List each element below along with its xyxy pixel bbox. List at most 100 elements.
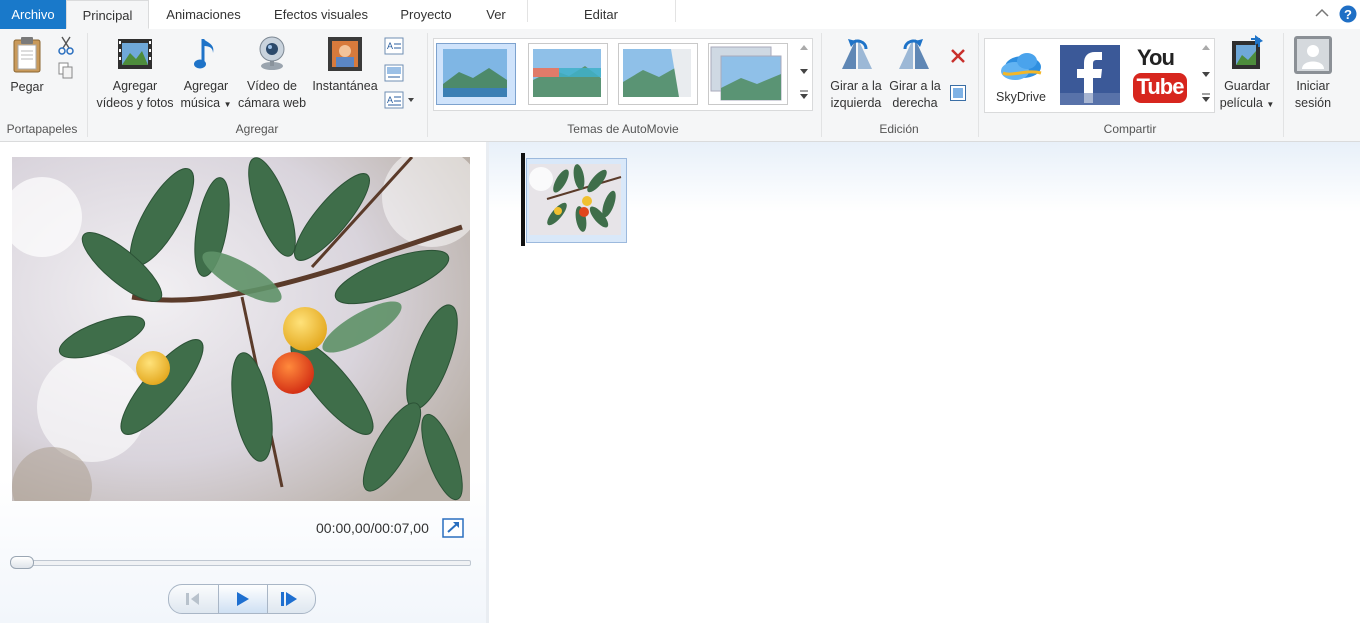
seek-thumb[interactable] <box>10 556 34 569</box>
save-movie-label-2: película ▼ <box>1216 95 1278 113</box>
group-separator <box>978 33 979 137</box>
preview-image-fruit-branch <box>12 157 470 501</box>
tab-animations[interactable]: Animaciones <box>151 0 256 29</box>
tab-file[interactable]: Archivo <box>0 0 66 29</box>
playback-time-readout: 00:00,00/00:07,00 <box>316 520 429 536</box>
add-music-button[interactable]: Agregar música ▼ <box>178 35 234 115</box>
theme-thumbnail[interactable] <box>528 43 608 105</box>
sign-in-label-2: sesión <box>1294 96 1332 110</box>
dropdown-arrow-icon: ▼ <box>1266 100 1275 109</box>
youtube-tube-text: Tube <box>1136 74 1185 99</box>
tab-view[interactable]: Ver <box>470 0 522 29</box>
dropdown-arrow-icon: ▼ <box>223 100 232 109</box>
theme-preview-image <box>710 46 782 101</box>
tab-visual-effects[interactable]: Efectos visuales <box>260 0 382 29</box>
rotate-right-icon <box>899 39 929 69</box>
facebook-icon <box>1060 52 1120 105</box>
sign-in-button[interactable]: Iniciar sesión <box>1288 35 1338 115</box>
sign-in-label-1: Iniciar <box>1296 79 1330 93</box>
storyboard-playhead[interactable] <box>521 153 525 246</box>
group-separator <box>1283 33 1284 137</box>
clip-thumbnail-image <box>529 164 622 235</box>
save-movie-button[interactable]: Guardar película ▼ <box>1216 35 1278 115</box>
preview-monitor <box>12 157 470 501</box>
add-videos-label-2: vídeos y fotos <box>96 96 174 110</box>
collapse-ribbon-icon[interactable] <box>1315 8 1329 18</box>
remove-icon[interactable] <box>949 47 967 65</box>
rotate-left-icon <box>842 39 872 69</box>
snapshot-icon <box>328 37 362 71</box>
group-editing-label: Edición <box>879 122 919 136</box>
save-movie-label-2-text: película <box>1219 96 1263 110</box>
add-music-label-1: Agregar <box>183 79 229 93</box>
share-gallery: SkyDrive You Tube <box>984 38 1215 113</box>
play-icon <box>237 592 249 606</box>
youtube-you-text: You <box>1137 45 1175 70</box>
share-scroll-arrows-icon[interactable] <box>1198 39 1214 112</box>
theme-thumbnail[interactable] <box>618 43 698 105</box>
play-button[interactable] <box>218 585 268 613</box>
group-clipboard-label: Portapapeles <box>6 122 78 136</box>
rotate-right-label-1: Girar a la <box>889 79 941 93</box>
rotate-right-label-2: derecha <box>892 96 938 110</box>
group-themes-label: Temas de AutoMovie <box>567 122 679 136</box>
automovie-themes-gallery <box>433 38 813 111</box>
music-note-icon <box>194 39 214 69</box>
paste-label: Pegar <box>10 80 44 94</box>
tab-separator <box>675 0 676 22</box>
next-frame-button[interactable] <box>267 585 315 613</box>
next-frame-icon <box>281 592 297 606</box>
ribbon-tab-bar: Archivo Principal Animaciones Efectos vi… <box>0 0 1360 30</box>
svg-text:?: ? <box>1344 7 1352 22</box>
gallery-scroll-arrows-icon[interactable] <box>796 39 812 110</box>
save-movie-label-1: Guardar <box>1224 79 1270 93</box>
fullscreen-preview-icon[interactable] <box>442 518 464 538</box>
tab-home[interactable]: Principal <box>66 0 149 29</box>
rotate-left-label-2: izquierda <box>830 96 882 110</box>
rotate-left-button[interactable]: Girar a la izquierda <box>826 35 886 115</box>
user-avatar-icon <box>1294 36 1332 74</box>
rotate-right-button[interactable]: Girar a la derecha <box>886 35 944 115</box>
film-photo-icon <box>118 39 152 69</box>
facebook-button[interactable] <box>1060 45 1120 105</box>
seek-bar[interactable] <box>12 560 471 566</box>
webcam-video-button[interactable]: Vídeo de cámara web <box>234 35 310 115</box>
storyboard-clip[interactable] <box>526 158 627 243</box>
snapshot-button[interactable]: Instantánea <box>310 35 380 101</box>
theme-preview-image <box>623 49 691 97</box>
theme-preview-image <box>443 49 507 97</box>
tab-project[interactable]: Proyecto <box>386 0 466 29</box>
svg-text:A: A <box>387 41 393 51</box>
theme-thumbnail[interactable] <box>708 43 788 105</box>
save-movie-icon <box>1232 35 1263 69</box>
previous-frame-icon <box>186 593 199 605</box>
add-music-label-2: música ▼ <box>178 95 234 113</box>
select-all-icon[interactable] <box>949 84 967 102</box>
add-caption-icon[interactable] <box>384 64 404 82</box>
previous-frame-button[interactable] <box>169 585 217 613</box>
youtube-button[interactable]: You Tube <box>1131 43 1191 107</box>
group-share-label: Compartir <box>1103 122 1157 136</box>
help-icon[interactable]: ? <box>1339 5 1357 23</box>
group-add-label: Agregar <box>235 122 279 136</box>
skydrive-button[interactable]: SkyDrive <box>989 47 1053 107</box>
webcam-icon <box>259 36 285 70</box>
rotate-left-label-1: Girar a la <box>830 79 882 93</box>
add-credits-icon[interactable]: A <box>384 91 418 109</box>
svg-text:A: A <box>387 95 393 105</box>
webcam-label-2: cámara web <box>237 96 307 110</box>
add-title-icon[interactable]: A <box>384 37 404 55</box>
cut-icon[interactable] <box>58 35 74 55</box>
paste-button[interactable]: Pegar <box>5 35 49 107</box>
clipboard-icon <box>13 37 41 73</box>
skydrive-label: SkyDrive <box>995 90 1046 104</box>
gallery-scroll <box>796 39 812 110</box>
tab-edit[interactable]: Editar <box>528 0 674 29</box>
snapshot-label: Instantánea <box>312 79 378 93</box>
copy-icon[interactable] <box>58 62 74 80</box>
skydrive-cloud-icon <box>1001 53 1042 80</box>
theme-preview-image <box>533 49 601 97</box>
theme-thumbnail[interactable] <box>436 43 516 105</box>
add-videos-photos-button[interactable]: Agregar vídeos y fotos <box>92 35 178 115</box>
add-videos-label-1: Agregar <box>112 79 158 93</box>
